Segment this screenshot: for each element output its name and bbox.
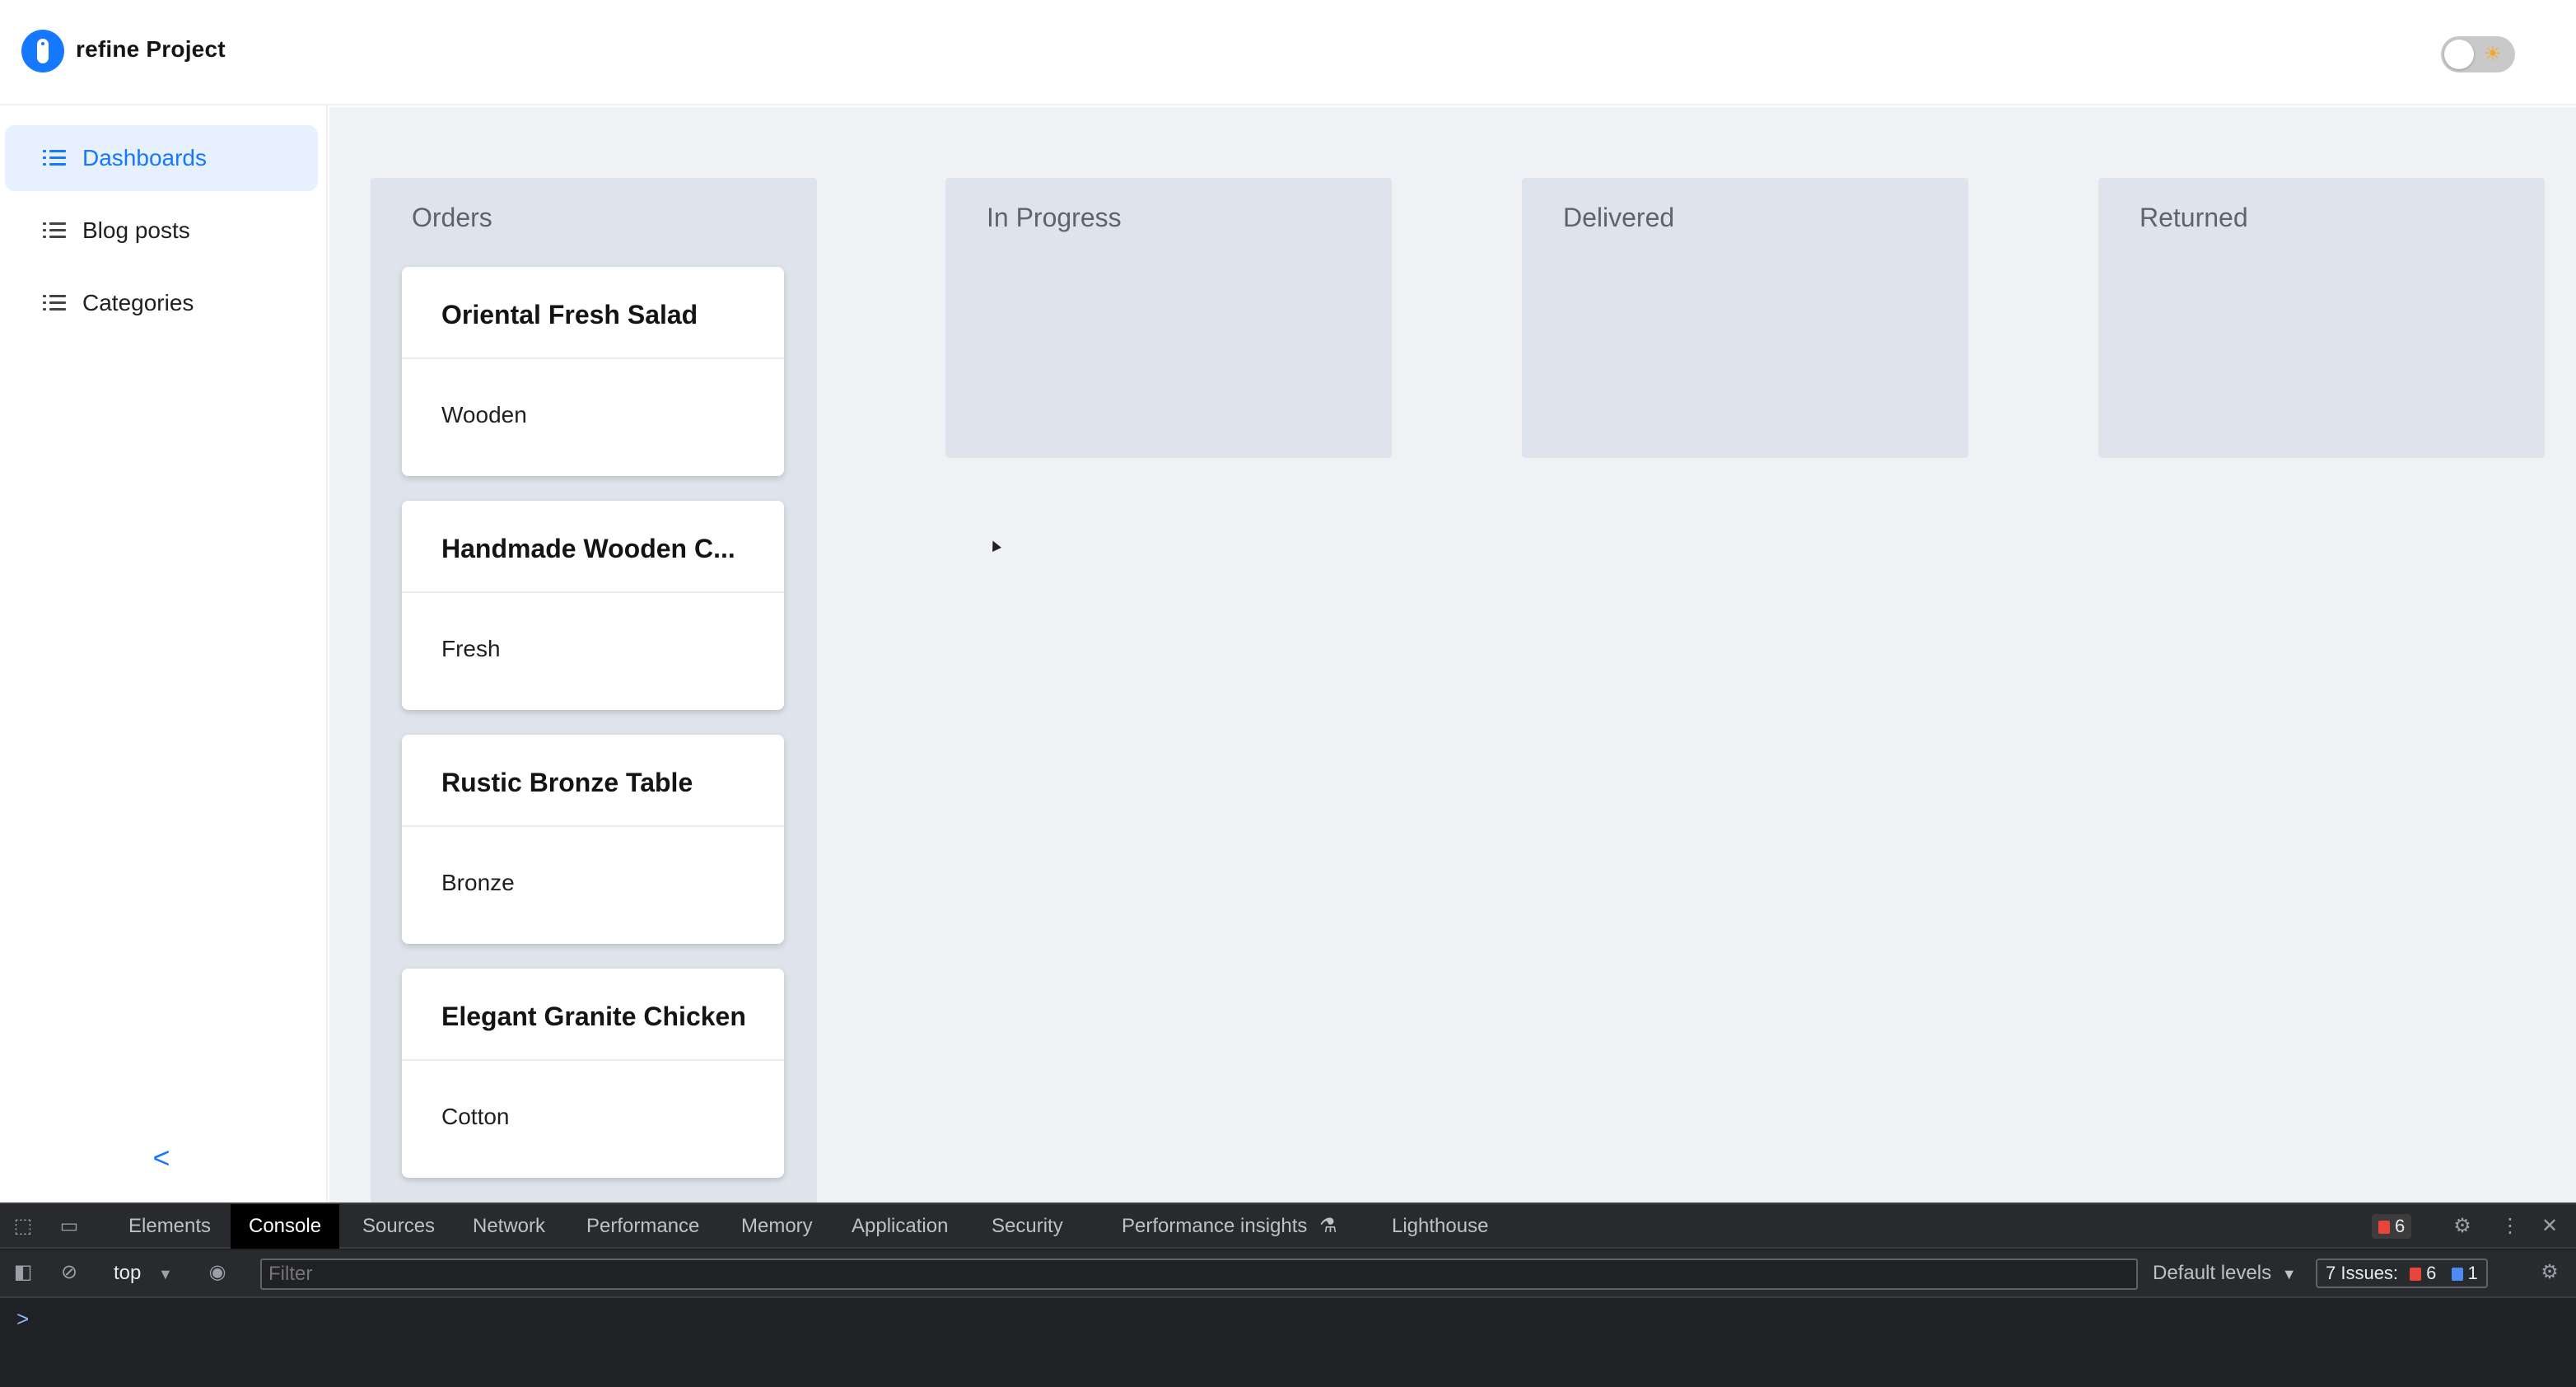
devtools-tab-console[interactable]: Console bbox=[231, 1204, 340, 1249]
card-subtitle: Cotton bbox=[441, 1104, 510, 1129]
card-title: Oriental Fresh Salad bbox=[441, 300, 698, 329]
eye-icon[interactable]: ◉ bbox=[206, 1262, 229, 1283]
console-filter-input[interactable] bbox=[260, 1259, 2138, 1290]
info-flag-icon bbox=[2451, 1268, 2463, 1281]
close-icon[interactable]: ✕ bbox=[2538, 1216, 2561, 1237]
console-settings-gear-icon[interactable]: ⚙ bbox=[2538, 1262, 2561, 1283]
sidebar: Dashboards Blog posts Categories < bbox=[0, 105, 328, 1203]
issues-label: 7 Issues: bbox=[2326, 1263, 2399, 1283]
card-subtitle: Bronze bbox=[441, 870, 515, 895]
refine-logo-icon[interactable] bbox=[21, 30, 64, 72]
toggle-knob bbox=[2444, 40, 2474, 69]
column-returned[interactable]: Returned bbox=[2098, 178, 2545, 458]
column-orders[interactable]: Orders Oriental Fresh Salad Wooden Handm… bbox=[371, 178, 817, 1203]
devtools-tab-performance-insights[interactable]: Performance insights ⚗ bbox=[1104, 1204, 1356, 1249]
sidebar-item-label: Dashboards bbox=[82, 145, 207, 170]
tab-label: Performance insights bbox=[1122, 1215, 1308, 1237]
dropdown-arrow-icon: ▼ bbox=[158, 1266, 173, 1282]
error-count-badge[interactable]: 6 bbox=[2372, 1214, 2412, 1239]
log-levels-dropdown[interactable]: Default levels ▼ bbox=[2153, 1262, 2297, 1285]
card-divider bbox=[402, 825, 784, 827]
column-title: Delivered bbox=[1563, 203, 1675, 232]
order-card[interactable]: Elegant Granite Chicken Cotton bbox=[402, 969, 784, 1178]
devtools-tab-bar: ⬚ ▭ Elements Console Sources Network Per… bbox=[0, 1204, 2576, 1249]
more-options-icon[interactable]: ⋮ bbox=[2499, 1216, 2522, 1237]
order-card[interactable]: Handmade Wooden C... Fresh bbox=[402, 501, 784, 710]
device-toolbar-icon[interactable]: ▭ bbox=[58, 1216, 81, 1237]
error-flag-icon bbox=[2410, 1268, 2422, 1281]
issues-info-count: 1 bbox=[2467, 1263, 2478, 1283]
column-title: In Progress bbox=[987, 203, 1122, 232]
flask-icon: ⚗ bbox=[1319, 1215, 1337, 1237]
devtools-tab-elements[interactable]: Elements bbox=[110, 1204, 229, 1249]
issues-error-count: 6 bbox=[2426, 1263, 2437, 1283]
column-title: Orders bbox=[412, 203, 492, 232]
card-title: Elegant Granite Chicken bbox=[441, 1002, 746, 1031]
sidebar-item-categories[interactable]: Categories bbox=[5, 270, 318, 336]
card-divider bbox=[402, 591, 784, 593]
issues-counter[interactable]: 7 Issues: 6 1 bbox=[2316, 1259, 2488, 1288]
list-icon bbox=[43, 293, 68, 313]
console-prompt[interactable]: > bbox=[16, 1306, 29, 1332]
error-count: 6 bbox=[2395, 1216, 2406, 1236]
error-flag-icon bbox=[2378, 1221, 2390, 1234]
card-title: Rustic Bronze Table bbox=[441, 768, 693, 797]
sidebar-item-blog-posts[interactable]: Blog posts bbox=[5, 198, 318, 264]
devtools-tab-sources[interactable]: Sources bbox=[344, 1204, 453, 1249]
kanban-board: Orders Oriental Fresh Salad Wooden Handm… bbox=[329, 107, 2576, 1203]
dropdown-arrow-icon: ▼ bbox=[2281, 1266, 2297, 1282]
card-title: Handmade Wooden C... bbox=[441, 534, 735, 563]
list-icon bbox=[43, 221, 68, 241]
app-title[interactable]: refine Project bbox=[76, 36, 226, 63]
inspect-element-icon[interactable]: ⬚ bbox=[12, 1216, 35, 1237]
devtools-tab-network[interactable]: Network bbox=[455, 1204, 563, 1249]
devtools-tab-performance[interactable]: Performance bbox=[568, 1204, 717, 1249]
console-toolbar: ◧ ⊘ top ▼ ◉ Default levels ▼ 7 Issues: 6… bbox=[0, 1250, 2576, 1298]
sun-icon: ☀ bbox=[2484, 43, 2502, 65]
devtools-tab-application[interactable]: Application bbox=[833, 1204, 966, 1249]
column-in-progress[interactable]: In Progress bbox=[945, 178, 1392, 458]
levels-label: Default levels bbox=[2153, 1262, 2272, 1284]
devtools-tab-security[interactable]: Security bbox=[973, 1204, 1081, 1249]
context-selector[interactable]: top ▼ bbox=[114, 1262, 173, 1285]
order-card[interactable]: Oriental Fresh Salad Wooden bbox=[402, 267, 784, 476]
settings-gear-icon[interactable]: ⚙ bbox=[2451, 1216, 2474, 1237]
card-divider bbox=[402, 1059, 784, 1061]
mouse-cursor-icon bbox=[988, 539, 1001, 552]
column-title: Returned bbox=[2140, 203, 2248, 232]
theme-toggle[interactable]: ☀ bbox=[2441, 36, 2515, 72]
sidebar-item-dashboards[interactable]: Dashboards bbox=[5, 125, 318, 191]
devtools-panel: ⬚ ▭ Elements Console Sources Network Per… bbox=[0, 1203, 2576, 1387]
card-divider bbox=[402, 357, 784, 359]
clear-console-icon[interactable]: ⊘ bbox=[58, 1262, 81, 1283]
collapse-sidebar-button[interactable]: < bbox=[148, 1143, 175, 1173]
context-value: top bbox=[114, 1262, 142, 1284]
sidebar-item-label: Blog posts bbox=[82, 217, 190, 243]
sidebar-item-label: Categories bbox=[82, 290, 194, 315]
app-header: refine Project ☀ bbox=[0, 0, 2576, 105]
list-icon bbox=[43, 148, 68, 168]
order-card[interactable]: Rustic Bronze Table Bronze bbox=[402, 735, 784, 944]
sidebar-toggle-icon[interactable]: ◧ bbox=[12, 1262, 35, 1283]
card-subtitle: Fresh bbox=[441, 636, 501, 661]
column-delivered[interactable]: Delivered bbox=[1522, 178, 1968, 458]
devtools-tab-lighthouse[interactable]: Lighthouse bbox=[1374, 1204, 1506, 1249]
devtools-tab-memory[interactable]: Memory bbox=[723, 1204, 831, 1249]
card-subtitle: Wooden bbox=[441, 402, 527, 427]
